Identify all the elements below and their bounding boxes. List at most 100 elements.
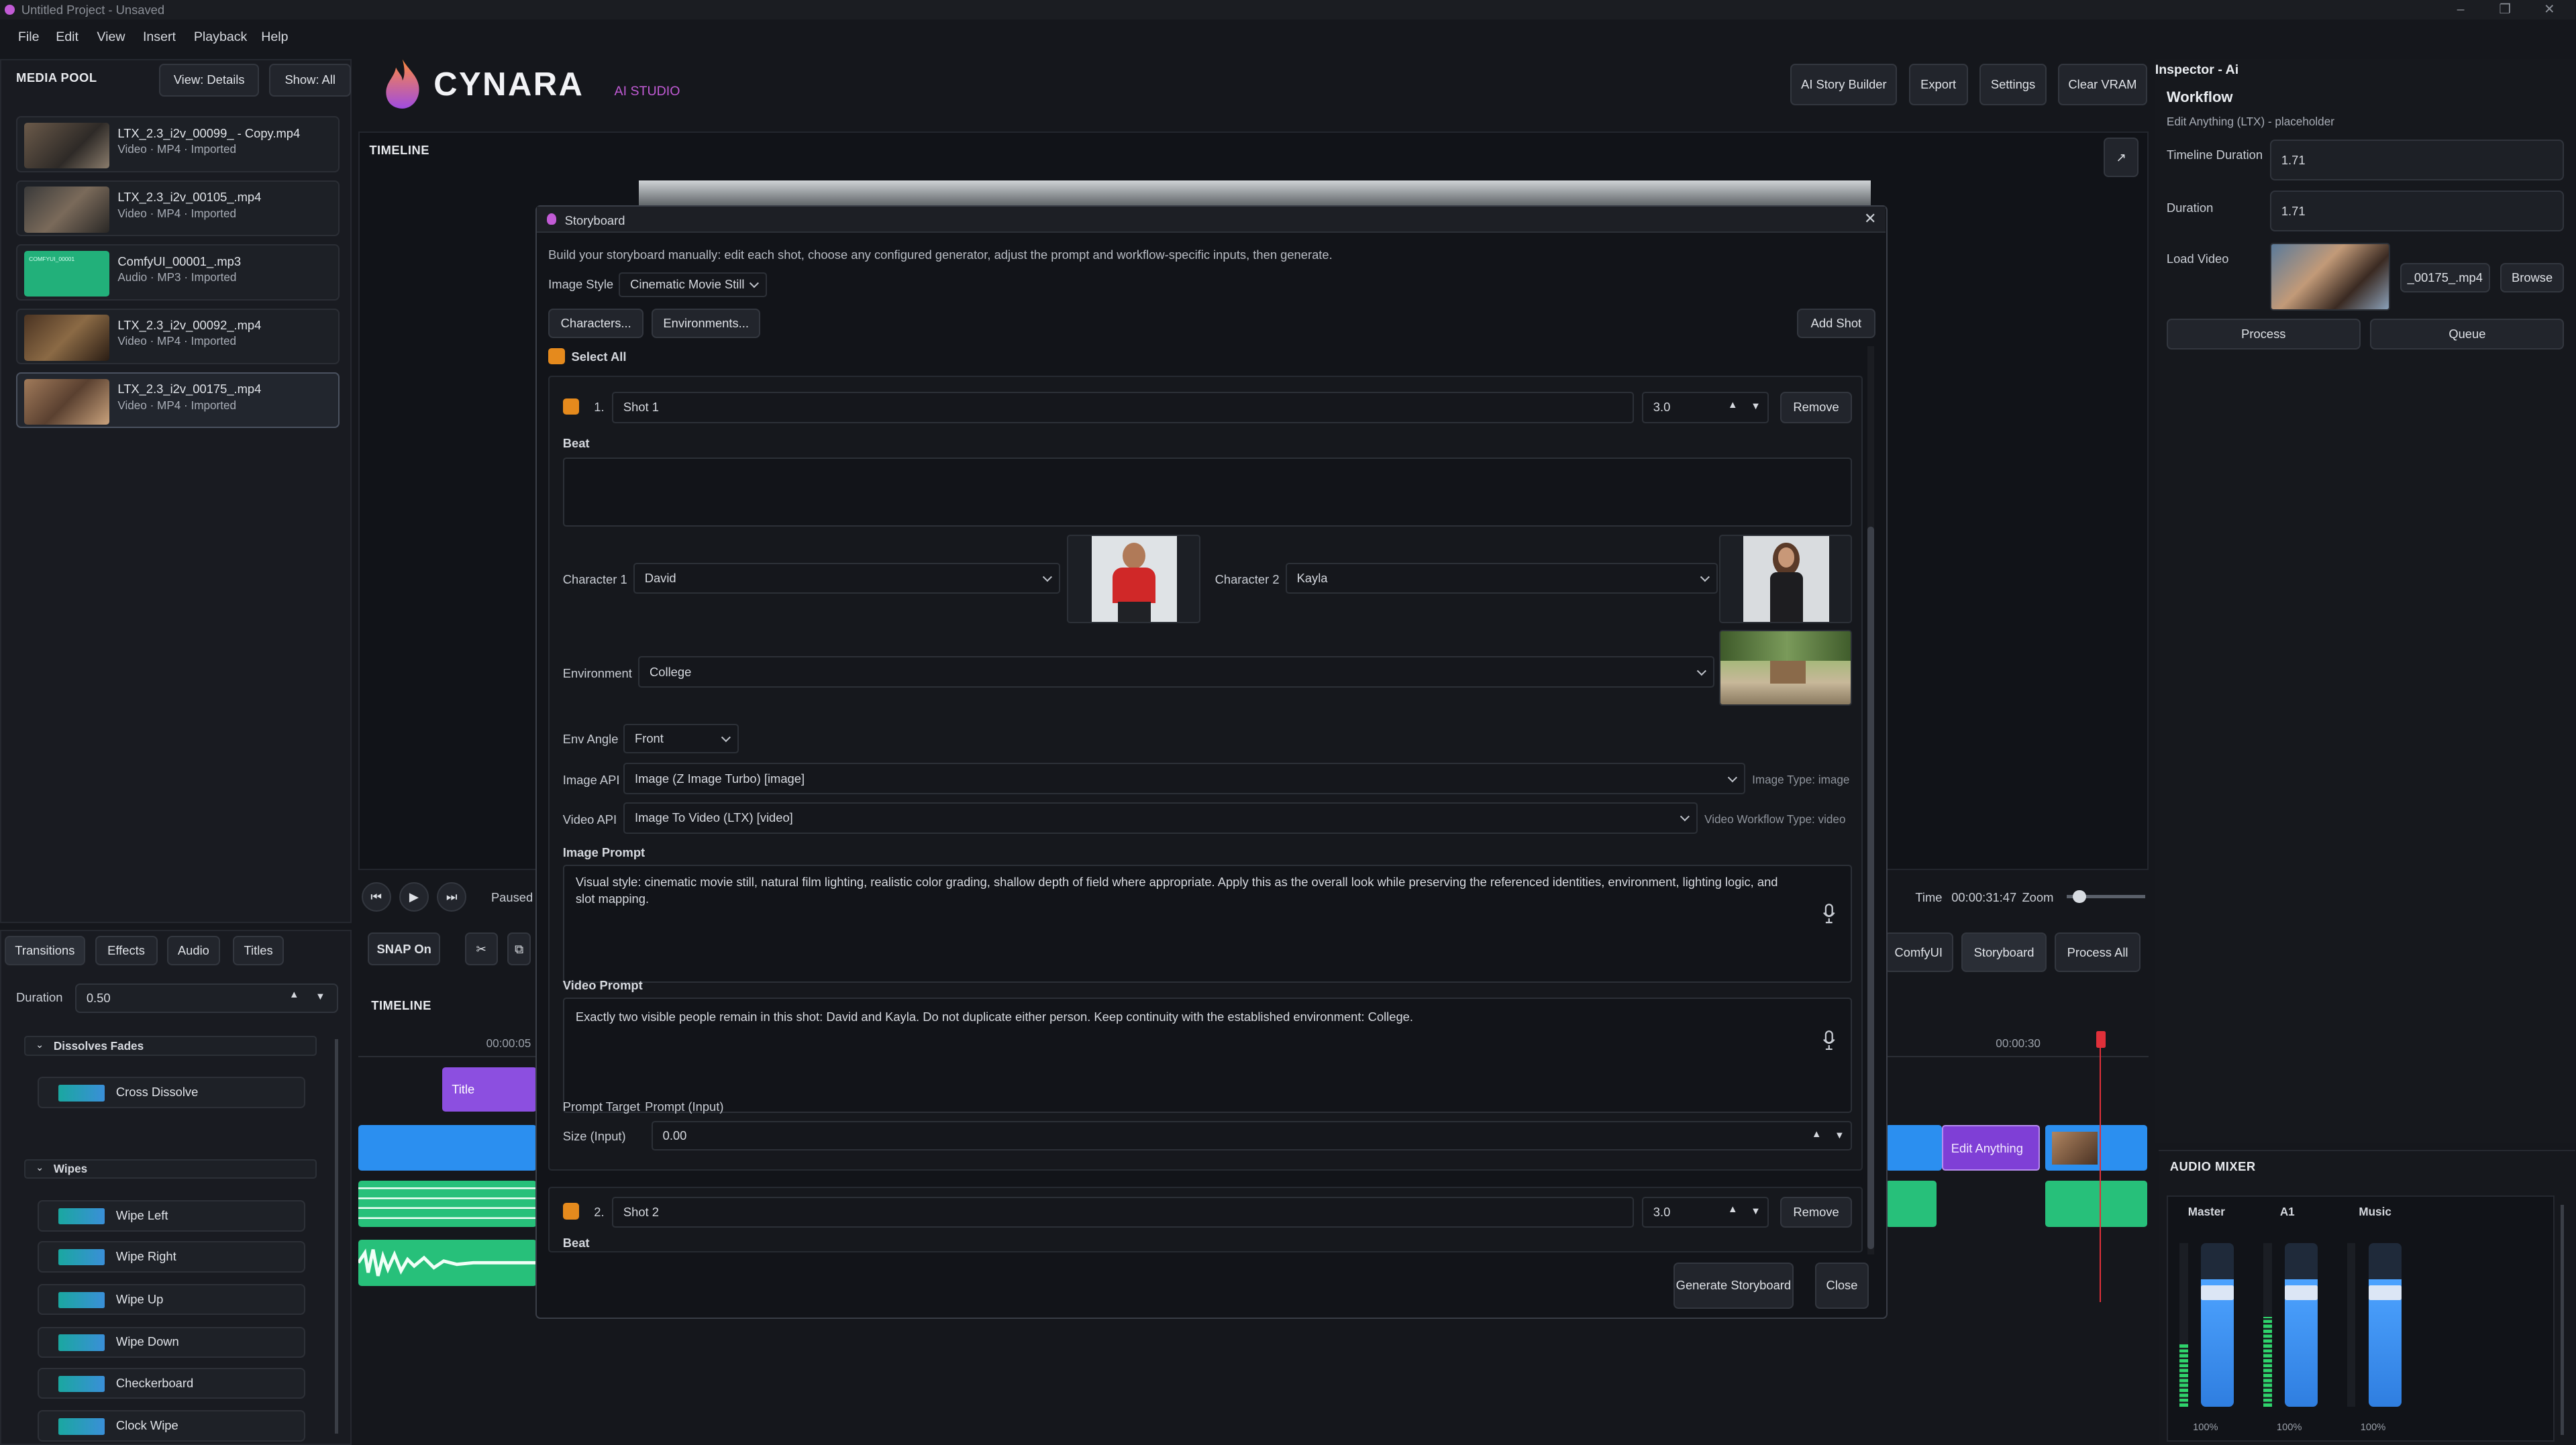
transition-wipe-left[interactable]: Wipe Left xyxy=(37,1200,305,1232)
transition-wipe-up[interactable]: Wipe Up xyxy=(37,1283,305,1316)
dialog-scrollbar-thumb[interactable] xyxy=(1867,527,1874,1250)
duration-spinbox[interactable]: 0.50 ▲ ▼ xyxy=(75,983,338,1013)
video-api-select[interactable]: Image To Video (LTX) [video] xyxy=(623,802,1698,834)
shot-duration-spinbox[interactable]: 3.0 ▲ ▼ xyxy=(1642,1196,1769,1228)
show-all-button[interactable]: Show: All xyxy=(269,64,352,97)
microphone-icon[interactable] xyxy=(1822,904,1836,924)
close-icon[interactable]: ✕ xyxy=(1864,210,1876,227)
audio-clip[interactable] xyxy=(1886,1181,1937,1227)
image-api-select[interactable]: Image (Z Image Turbo) [image] xyxy=(623,763,1746,794)
music-fader[interactable] xyxy=(2369,1242,2402,1407)
view-details-button[interactable]: View: Details xyxy=(159,64,260,97)
menu-file[interactable]: File xyxy=(18,30,40,45)
ai-story-builder-button[interactable]: AI Story Builder xyxy=(1790,64,1898,105)
master-fader[interactable] xyxy=(2201,1242,2234,1407)
transition-clock-wipe[interactable]: Clock Wipe xyxy=(37,1410,305,1442)
mixer-scrollbar[interactable] xyxy=(2561,1205,2565,1436)
audio-clip[interactable] xyxy=(2045,1181,2147,1227)
decrement-icon[interactable]: ▼ xyxy=(1835,1130,1845,1141)
edit-anything-clip[interactable]: Edit Anything xyxy=(1941,1124,2041,1171)
music-clip[interactable] xyxy=(358,1240,537,1286)
environments-button[interactable]: Environments... xyxy=(652,308,760,338)
razor-button[interactable]: ✂ xyxy=(464,932,498,966)
shot-name-field[interactable]: Shot 1 xyxy=(612,392,1634,423)
minimize-icon[interactable]: – xyxy=(2438,0,2484,19)
comfyui-button[interactable]: ComfyUI xyxy=(1884,932,1953,973)
expand-button[interactable]: ↗ xyxy=(2104,138,2139,177)
menu-insert[interactable]: Insert xyxy=(143,30,176,45)
menu-view[interactable]: View xyxy=(97,30,125,45)
duration-field[interactable]: 1.71 xyxy=(2270,190,2565,232)
tab-effects[interactable]: Effects xyxy=(95,935,158,965)
transition-checkerboard[interactable]: Checkerboard xyxy=(37,1367,305,1399)
timeline-duration-field[interactable]: 1.71 xyxy=(2270,140,2565,181)
menu-help[interactable]: Help xyxy=(261,30,288,45)
media-item[interactable]: COMFYUI_00001 ComfyUI_00001_.mp3 Audio ·… xyxy=(16,244,340,301)
process-all-button[interactable]: Process All xyxy=(2055,932,2141,973)
maximize-icon[interactable]: ❐ xyxy=(2482,0,2528,19)
copy-button[interactable]: ⧉ xyxy=(507,932,531,966)
process-button[interactable]: Process xyxy=(2166,318,2361,350)
microphone-icon[interactable] xyxy=(1822,1030,1836,1051)
scrollbar[interactable] xyxy=(334,1039,338,1434)
add-shot-button[interactable]: Add Shot xyxy=(1796,308,1876,338)
skip-back-button[interactable]: ⏮ xyxy=(361,881,391,912)
characters-button[interactable]: Characters... xyxy=(548,308,644,338)
tab-titles[interactable]: Titles xyxy=(233,935,285,965)
increment-icon[interactable]: ▲ xyxy=(1728,1204,1738,1215)
beat-textarea[interactable] xyxy=(562,458,1853,527)
size-input-spinbox[interactable]: 0.00 ▲ ▼ xyxy=(651,1121,1853,1151)
title-clip[interactable]: Title xyxy=(442,1067,537,1112)
snap-toggle[interactable]: SNAP On xyxy=(368,932,441,966)
shot-duration-spinbox[interactable]: 3.0 ▲ ▼ xyxy=(1642,392,1769,423)
increment-icon[interactable]: ▲ xyxy=(1812,1129,1822,1140)
image-prompt-textarea[interactable]: Visual style: cinematic movie still, nat… xyxy=(562,865,1853,983)
group-header-dissolves[interactable]: ⌄ Dissolves Fades xyxy=(24,1036,317,1056)
audio-clip[interactable] xyxy=(358,1181,537,1227)
environment-select[interactable]: College xyxy=(638,656,1714,688)
export-button[interactable]: Export xyxy=(1908,64,1968,105)
remove-shot-button[interactable]: Remove xyxy=(1780,392,1853,423)
browse-button[interactable]: Browse xyxy=(2500,262,2565,292)
transition-wipe-right[interactable]: Wipe Right xyxy=(37,1241,305,1273)
env-angle-select[interactable]: Front xyxy=(623,723,739,753)
playhead-handle[interactable] xyxy=(2096,1031,2106,1048)
image-style-select[interactable]: Cinematic Movie Still xyxy=(619,272,767,297)
tab-transitions[interactable]: Transitions xyxy=(4,935,85,965)
media-item[interactable]: LTX_2.3_i2v_00092_.mp4 Video · MP4 · Imp… xyxy=(16,308,340,364)
menu-playback[interactable]: Playback xyxy=(194,30,247,45)
media-item-selected[interactable]: LTX_2.3_i2v_00175_.mp4 Video · MP4 · Imp… xyxy=(16,372,340,429)
transition-cross-dissolve[interactable]: Cross Dissolve xyxy=(37,1077,305,1108)
generate-storyboard-button[interactable]: Generate Storyboard xyxy=(1673,1263,1794,1309)
load-video-thumbnail[interactable] xyxy=(2270,243,2390,311)
video-clip[interactable] xyxy=(2045,1124,2147,1171)
transition-wipe-down[interactable]: Wipe Down xyxy=(37,1326,305,1358)
group-header-wipes[interactable]: ⌄ Wipes xyxy=(24,1159,317,1179)
shot-checkbox[interactable] xyxy=(562,1203,580,1220)
increment-icon[interactable]: ▲ xyxy=(1728,400,1738,411)
decrement-icon[interactable]: ▼ xyxy=(1751,1206,1761,1217)
decrement-icon[interactable]: ▼ xyxy=(315,992,325,1002)
character-1-select[interactable]: David xyxy=(633,562,1061,594)
video-clip[interactable] xyxy=(1886,1124,1942,1171)
a1-fader[interactable] xyxy=(2285,1242,2318,1407)
close-button[interactable]: Close xyxy=(1814,1263,1869,1309)
shot-name-field[interactable]: Shot 2 xyxy=(612,1196,1634,1228)
skip-forward-button[interactable]: ⏭ xyxy=(437,881,467,912)
queue-button[interactable]: Queue xyxy=(2370,318,2565,350)
clear-vram-button[interactable]: Clear VRAM xyxy=(2058,64,2147,105)
remove-shot-button[interactable]: Remove xyxy=(1780,1196,1853,1228)
menu-edit[interactable]: Edit xyxy=(56,30,79,45)
storyboard-button[interactable]: Storyboard xyxy=(1961,932,2047,973)
zoom-slider-handle[interactable] xyxy=(2073,890,2086,904)
increment-icon[interactable]: ▲ xyxy=(289,989,299,1000)
tab-audio[interactable]: Audio xyxy=(167,935,220,965)
decrement-icon[interactable]: ▼ xyxy=(1751,401,1761,412)
close-window-icon[interactable]: ✕ xyxy=(2526,0,2573,19)
select-all-checkbox[interactable] xyxy=(548,347,565,364)
shot-checkbox[interactable] xyxy=(562,398,580,415)
video-file-field[interactable]: _00175_.mp4 xyxy=(2400,262,2491,292)
settings-button[interactable]: Settings xyxy=(1979,64,2047,105)
video-clip[interactable] xyxy=(358,1124,537,1171)
character-2-select[interactable]: Kayla xyxy=(1285,562,1718,594)
